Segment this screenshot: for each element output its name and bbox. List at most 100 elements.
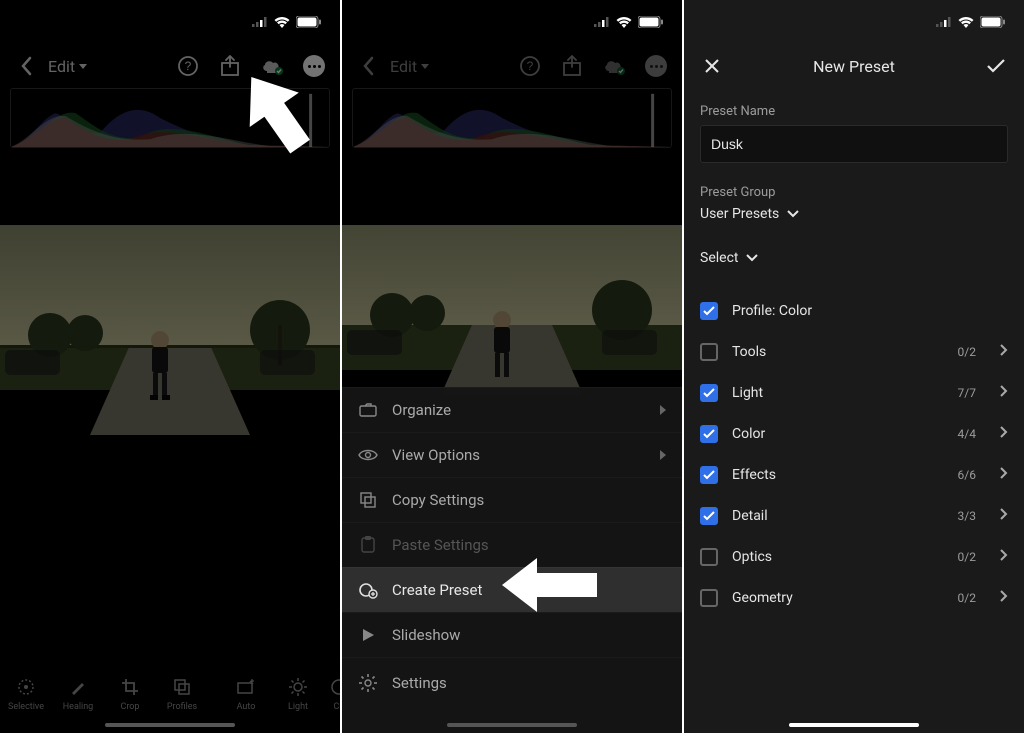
- option-label: Optics: [732, 549, 944, 565]
- checkbox[interactable]: [700, 343, 718, 361]
- menu-copy-settings[interactable]: Copy Settings: [342, 477, 682, 522]
- tool-crop[interactable]: Crop: [104, 676, 156, 712]
- back-button[interactable]: [356, 54, 380, 78]
- select-dropdown[interactable]: Select: [700, 250, 1008, 266]
- option-count: 0/2: [958, 591, 976, 605]
- cellular-icon: [594, 17, 610, 27]
- chevron-right-icon: [1000, 385, 1008, 401]
- chevron-right-icon: [1000, 344, 1008, 360]
- option-label: Color: [732, 426, 944, 442]
- chevron-right-icon: [1000, 549, 1008, 565]
- tool-healing[interactable]: Healing: [52, 676, 104, 712]
- tool-light[interactable]: Light: [272, 676, 324, 712]
- cellular-icon: [252, 17, 268, 27]
- tool-auto[interactable]: Auto: [220, 676, 272, 712]
- tool-profiles[interactable]: Profiles: [156, 676, 208, 712]
- play-icon: [358, 625, 378, 645]
- checkbox[interactable]: [700, 548, 718, 566]
- option-count: 4/4: [958, 427, 976, 441]
- battery-icon: [980, 16, 1006, 28]
- chevron-right-icon: [1000, 508, 1008, 524]
- screenshot-3: New Preset Preset Name Preset Group User…: [684, 0, 1024, 733]
- preset-group-label: Preset Group: [700, 185, 1008, 200]
- chevron-right-icon: [1000, 590, 1008, 606]
- gear-icon: [358, 673, 378, 693]
- home-indicator: [789, 723, 919, 727]
- svg-text:?: ?: [527, 59, 534, 73]
- checkbox[interactable]: [700, 425, 718, 443]
- status-bar: [684, 0, 1024, 44]
- checkbox[interactable]: [700, 466, 718, 484]
- mode-dropdown[interactable]: Edit: [48, 57, 87, 76]
- option-label: Profile: Color: [732, 303, 1008, 319]
- more-button[interactable]: [644, 54, 668, 78]
- option-count: 0/2: [958, 550, 976, 564]
- screenshot-2: Edit ?: [342, 0, 682, 733]
- option-count: 0/2: [958, 345, 976, 359]
- confirm-button[interactable]: [984, 54, 1008, 78]
- photo-preview[interactable]: [0, 225, 340, 435]
- photo-preview[interactable]: [342, 225, 682, 395]
- status-bar: [342, 0, 682, 44]
- annotation-arrow: [230, 68, 330, 168]
- tool-color[interactable]: Co: [324, 676, 340, 712]
- caret-down-icon: [79, 64, 87, 69]
- preset-option-row[interactable]: Effects6/6: [700, 454, 1008, 495]
- option-label: Geometry: [732, 590, 944, 606]
- preset-option-row[interactable]: Profile: Color: [700, 290, 1008, 331]
- help-button[interactable]: ?: [176, 54, 200, 78]
- cloud-sync-button[interactable]: [602, 54, 626, 78]
- checkbox[interactable]: [700, 384, 718, 402]
- top-toolbar: Edit ?: [342, 44, 682, 88]
- checkbox[interactable]: [700, 589, 718, 607]
- mode-label: Edit: [48, 57, 75, 76]
- preset-options-list: Profile: Color Tools 0/2 Light7/7 Color 4/4 Ef…: [700, 290, 1008, 618]
- histogram: [352, 88, 672, 148]
- option-label: Tools: [732, 344, 944, 360]
- menu-organize[interactable]: Organize: [342, 387, 682, 432]
- home-indicator: [105, 723, 235, 727]
- preset-add-icon: [358, 580, 378, 600]
- option-count: 6/6: [958, 468, 976, 482]
- preset-option-row[interactable]: Optics 0/2: [700, 536, 1008, 577]
- back-button[interactable]: [14, 54, 38, 78]
- preset-group-dropdown[interactable]: User Presets: [700, 206, 1008, 222]
- wifi-icon: [958, 16, 974, 28]
- chevron-down-icon: [787, 210, 799, 218]
- chevron-right-icon: [660, 450, 666, 460]
- chevron-right-icon: [1000, 426, 1008, 442]
- eye-icon: [358, 445, 378, 465]
- modal-header: New Preset: [684, 44, 1024, 88]
- modal-body: Preset Name Preset Group User Presets Se…: [684, 100, 1024, 733]
- battery-icon: [296, 16, 322, 28]
- organize-icon: [358, 400, 378, 420]
- share-button[interactable]: [560, 54, 584, 78]
- mode-dropdown[interactable]: Edit: [390, 57, 429, 76]
- more-icon: [645, 55, 667, 77]
- preset-option-row[interactable]: Light7/7: [700, 372, 1008, 413]
- preset-option-row[interactable]: Color 4/4: [700, 413, 1008, 454]
- preset-name-input[interactable]: [700, 125, 1008, 163]
- menu-view-options[interactable]: View Options: [342, 432, 682, 477]
- menu-settings[interactable]: Settings: [342, 657, 682, 707]
- screenshot-1: Edit ?: [0, 0, 340, 733]
- annotation-arrow: [502, 550, 602, 620]
- help-button[interactable]: ?: [518, 54, 542, 78]
- close-button[interactable]: [700, 54, 724, 78]
- caret-down-icon: [421, 64, 429, 69]
- home-indicator: [447, 723, 577, 727]
- mode-label: Edit: [390, 57, 417, 76]
- chevron-down-icon: [746, 254, 758, 262]
- tool-selective[interactable]: Selective: [0, 676, 52, 712]
- preset-option-row[interactable]: Tools 0/2: [700, 331, 1008, 372]
- checkbox[interactable]: [700, 507, 718, 525]
- checkbox[interactable]: [700, 302, 718, 320]
- preset-option-row[interactable]: Detail3/3: [700, 495, 1008, 536]
- wifi-icon: [616, 16, 632, 28]
- svg-text:?: ?: [185, 59, 192, 73]
- preset-option-row[interactable]: Geometry 0/2: [700, 577, 1008, 618]
- wifi-icon: [274, 16, 290, 28]
- chevron-right-icon: [1000, 467, 1008, 483]
- status-bar: [0, 0, 340, 44]
- option-label: Detail: [732, 508, 944, 524]
